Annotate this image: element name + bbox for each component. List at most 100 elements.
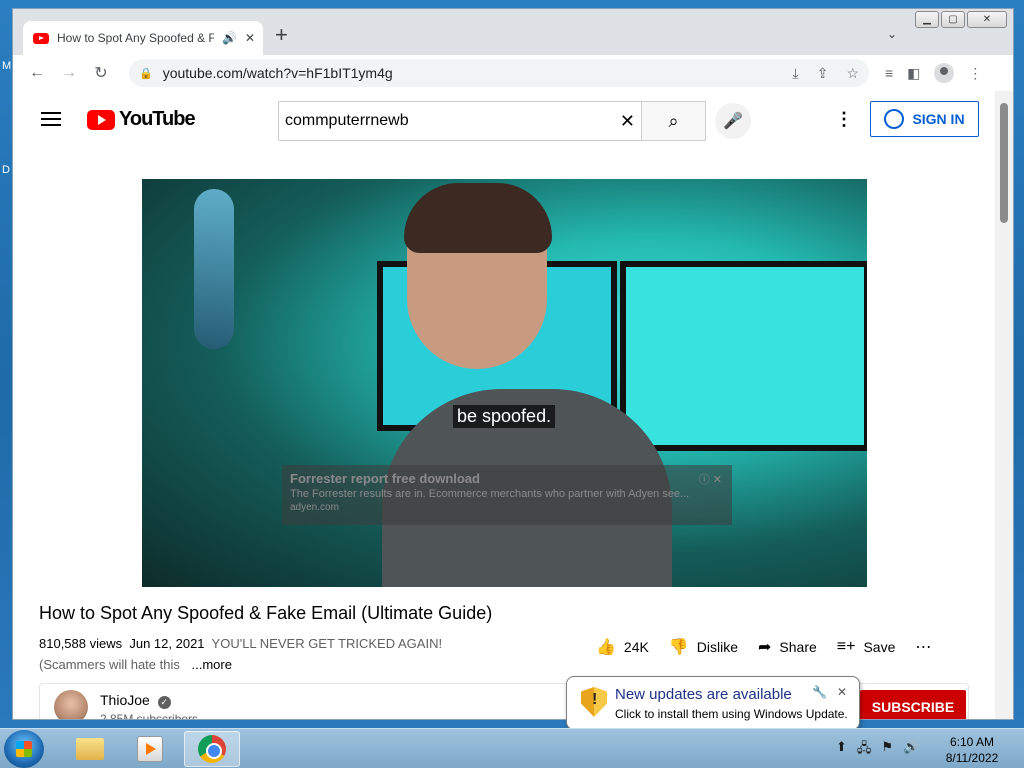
youtube-page: YouTube ✕ ⌕ 🎤 ⋮ SIGN IN be spoofed. Fo	[13, 91, 997, 720]
share-button[interactable]: ➦ Share	[758, 637, 817, 657]
show-more-link[interactable]: ...more	[192, 657, 232, 672]
more-actions-button[interactable]: ⋯	[915, 637, 931, 657]
like-count: 24K	[623, 639, 649, 655]
hamburger-menu-icon[interactable]	[41, 112, 61, 126]
add-to-playlist-icon: ≡+	[836, 638, 856, 655]
chrome-icon	[198, 735, 226, 763]
desktop-icon-label[interactable]: D	[2, 164, 10, 176]
description-line: YOU'LL NEVER GET TRICKED AGAIN!	[211, 636, 443, 651]
address-bar[interactable]: 🔒 youtube.com/watch?v=hF1bIT1ym4g ⤓ ⇪ ☆	[129, 59, 869, 87]
thumbs-down-icon: 👎	[668, 639, 689, 656]
system-tray: ⬆ 🖧 ⚑ 🔊	[836, 739, 919, 761]
network-icon[interactable]: 🖧	[857, 739, 872, 761]
more-horizontal-icon: ⋯	[915, 639, 932, 656]
like-button[interactable]: 👍 24K	[596, 637, 649, 657]
youtube-play-icon	[87, 109, 115, 130]
search-input[interactable]	[285, 112, 620, 130]
search-box: ✕	[278, 101, 642, 141]
search-button[interactable]: ⌕	[642, 101, 706, 141]
video-frame-lamp	[194, 189, 234, 349]
close-tab-icon[interactable]: ✕	[245, 31, 255, 45]
description-snippet[interactable]: (Scammers will hate this ...more	[39, 657, 232, 672]
youtube-favicon-icon	[33, 32, 49, 44]
ad-close-icon[interactable]: ⓘ ✕	[699, 471, 722, 487]
volume-icon[interactable]: 🔊	[903, 739, 919, 761]
start-button[interactable]	[4, 730, 44, 768]
channel-name-row[interactable]: ThioJoe ✓	[100, 692, 171, 709]
reload-icon[interactable]: ↻	[87, 59, 115, 87]
tab-title: How to Spot Any Spoofed & Fake Email (Ul…	[57, 31, 214, 45]
youtube-logo-text: YouTube	[119, 108, 196, 130]
browser-toolbar: ← → ↻ 🔒 youtube.com/watch?v=hF1bIT1ym4g …	[13, 55, 1013, 91]
account-icon	[884, 109, 905, 129]
save-button[interactable]: ≡+ Save	[837, 638, 896, 656]
video-meta[interactable]: 810,588 views Jun 12, 2021 YOU'LL NEVER …	[39, 636, 442, 651]
settings-menu-icon[interactable]: ⋮	[835, 109, 853, 130]
channel-name[interactable]: ThioJoe	[100, 692, 150, 708]
speaker-icon[interactable]: 🔊	[222, 31, 237, 45]
update-tray-icon[interactable]: ⬆	[836, 739, 847, 761]
windows-update-notification[interactable]: ! New updates are available Click to ins…	[566, 676, 860, 739]
bookmark-star-icon[interactable]: ☆	[846, 65, 859, 82]
system-clock[interactable]: 6:10 AM 8/11/2022	[940, 734, 1004, 766]
taskbar-media-player[interactable]	[122, 731, 178, 767]
desktop-icon-label[interactable]: M	[2, 60, 11, 72]
back-arrow-icon[interactable]: ←	[23, 59, 51, 87]
verified-check-icon: ✓	[157, 696, 171, 709]
forward-arrow-icon[interactable]: →	[55, 59, 83, 87]
minimize-button[interactable]: ▁	[915, 11, 939, 28]
thumbs-up-icon: 👍	[596, 639, 616, 656]
clear-search-icon[interactable]: ✕	[620, 111, 635, 132]
video-caption: be spoofed.	[453, 405, 556, 428]
save-label: Save	[863, 639, 896, 655]
tab-strip: How to Spot Any Spoofed & Fake Email (Ul…	[13, 9, 1013, 55]
clock-time: 6:10 AM	[949, 735, 995, 749]
browser-tab[interactable]: How to Spot Any Spoofed & Fake Email (Ul…	[23, 21, 263, 55]
new-tab-button[interactable]: +	[275, 24, 288, 46]
toolbar-actions: ≡ ◧ ⋮	[885, 63, 982, 83]
lock-icon[interactable]: 🔒	[139, 67, 153, 80]
url-text[interactable]: youtube.com/watch?v=hF1bIT1ym4g	[163, 65, 775, 81]
notification-options-icon[interactable]: 🔧	[812, 685, 827, 699]
dislike-label: Dislike	[696, 639, 738, 655]
overlay-ad[interactable]: Forrester report free download The Forre…	[282, 465, 732, 525]
scrollbar-thumb[interactable]	[1000, 103, 1008, 223]
video-actions: 👍 24K 👎 Dislike ➦ Share ≡+ Save ⋯	[596, 637, 931, 657]
notification-title[interactable]: New updates are available	[615, 686, 792, 703]
profile-avatar-icon[interactable]	[934, 63, 955, 83]
ad-title[interactable]: Forrester report free download	[290, 471, 724, 486]
page-scrollbar[interactable]	[995, 91, 1013, 719]
tab-search-chevron-icon[interactable]: ⌄	[887, 27, 897, 41]
subscriber-count: 2.85M subscribers	[100, 712, 199, 720]
clock-date: 8/11/2022	[945, 751, 999, 765]
channel-avatar[interactable]	[54, 690, 88, 719]
media-player-icon	[137, 736, 163, 762]
taskbar-chrome[interactable]	[184, 731, 240, 767]
close-window-button[interactable]: ✕	[967, 11, 1007, 28]
taskbar-explorer[interactable]	[62, 731, 118, 767]
dislike-button[interactable]: 👎 Dislike	[669, 637, 738, 657]
ad-url: adyen.com	[290, 502, 339, 513]
sign-in-label: SIGN IN	[912, 111, 965, 127]
subscribe-button[interactable]: SUBSCRIBE	[860, 690, 966, 719]
youtube-logo[interactable]: YouTube	[87, 108, 196, 131]
video-player[interactable]: be spoofed. Forrester report free downlo…	[142, 179, 867, 587]
notification-close-icon[interactable]: ✕	[837, 685, 847, 699]
youtube-header: YouTube ✕ ⌕ 🎤 ⋮ SIGN IN	[13, 91, 997, 147]
video-title: How to Spot Any Spoofed & Fake Email (Ul…	[39, 603, 493, 623]
maximize-button[interactable]: ▢	[941, 11, 965, 28]
share-label: Share	[779, 639, 817, 655]
media-control-icon[interactable]: ≡	[885, 65, 893, 81]
notification-controls: 🔧 ✕	[812, 685, 847, 699]
share-page-icon[interactable]: ⇪	[817, 65, 829, 82]
side-panel-icon[interactable]: ◧	[907, 65, 920, 82]
notification-text[interactable]: Click to install them using Windows Upda…	[615, 707, 848, 721]
install-app-icon[interactable]: ⤓	[793, 65, 799, 82]
video-frame-monitor	[620, 261, 867, 451]
chrome-window: How to Spot Any Spoofed & Fake Email (Ul…	[12, 8, 1014, 720]
action-center-flag-icon[interactable]: ⚑	[881, 739, 893, 761]
voice-search-button[interactable]: 🎤	[715, 103, 751, 139]
upload-date: Jun 12, 2021	[129, 636, 205, 651]
browser-menu-icon[interactable]: ⋮	[968, 65, 982, 82]
sign-in-button[interactable]: SIGN IN	[870, 101, 979, 137]
